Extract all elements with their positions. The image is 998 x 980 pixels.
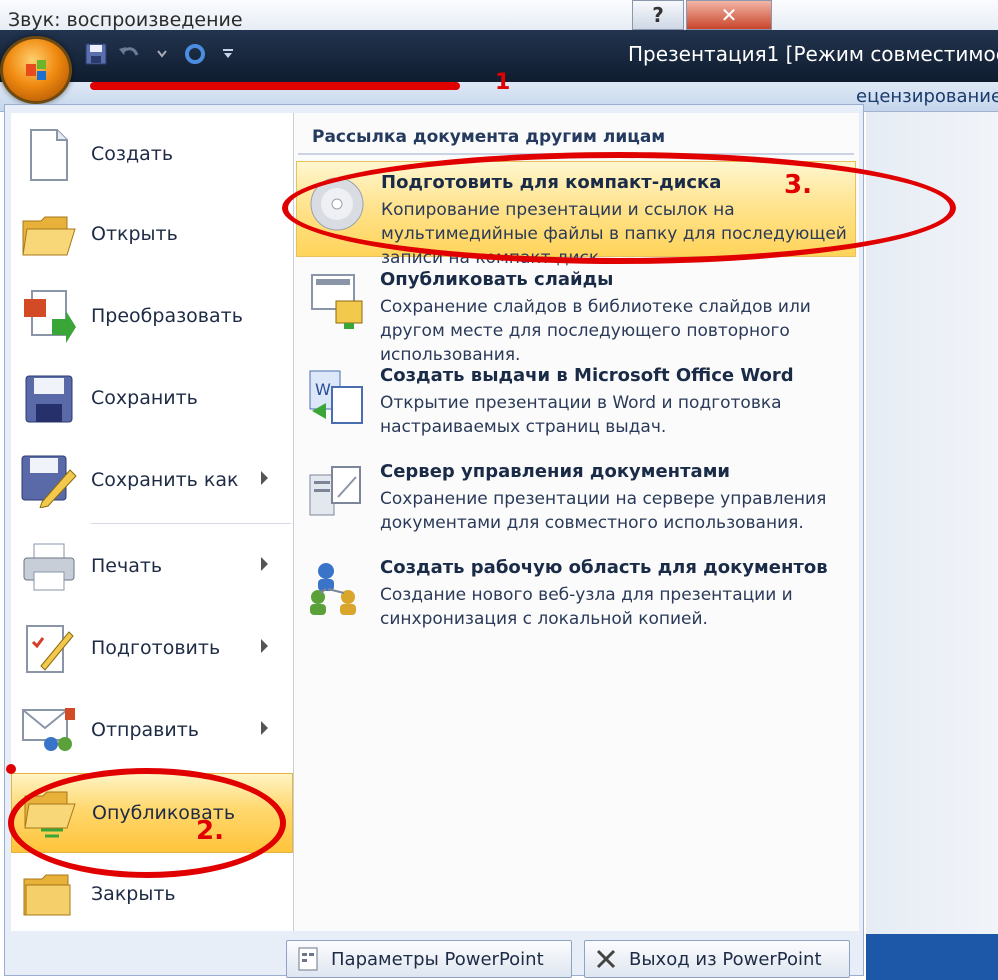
save-icon <box>25 375 73 423</box>
qat-save-button[interactable] <box>82 39 109 69</box>
powerpoint-options-button[interactable]: Параметры PowerPoint <box>286 940 572 978</box>
submenu-item-word-handouts[interactable]: W Создать выдачи в Microsoft Office Word… <box>296 355 856 451</box>
svg-text:W: W <box>315 380 331 399</box>
chevron-down-icon <box>157 50 167 58</box>
qat-customize-button[interactable] <box>215 39 242 69</box>
help-icon: ? <box>652 3 664 27</box>
printer-icon <box>23 543 75 591</box>
menu-item-label: Печать <box>91 555 163 577</box>
menu-item-prepare[interactable]: Подготовить <box>11 609 293 689</box>
office-logo-icon <box>26 60 46 80</box>
submenu-arrow-icon <box>261 471 268 485</box>
send-icon <box>22 708 75 751</box>
qat-undo-button[interactable] <box>115 39 142 69</box>
submenu-arrow-icon <box>261 557 268 571</box>
document-server-icon <box>309 466 361 516</box>
publish-slides-icon <box>311 274 363 329</box>
submenu-item-publish-slides[interactable]: Опубликовать слайды Сохранение слайдов в… <box>296 259 856 365</box>
annotation-ellipse-2 <box>8 768 286 878</box>
annotation-number-2: 2. <box>196 816 224 846</box>
menu-item-label: Подготовить <box>91 637 221 659</box>
menu-item-label: Закрыть <box>91 883 176 905</box>
menu-item-label: Сохранить <box>91 387 198 409</box>
save-as-icon <box>21 455 77 508</box>
menu-item-label: Открыть <box>91 223 178 245</box>
window-title: Презентация1 [Режим совместимос <box>628 42 998 66</box>
save-icon <box>85 43 107 65</box>
close-folder-icon <box>23 874 71 916</box>
customize-arrow-icon <box>223 49 234 58</box>
submenu-item-description: Сохранение презентации на сервере управл… <box>380 489 827 533</box>
annotation-underline-1 <box>90 82 460 90</box>
convert-icon <box>24 290 76 343</box>
new-document-icon <box>30 129 68 181</box>
options-label: Параметры PowerPoint <box>331 948 544 970</box>
menu-item-label: Преобразовать <box>91 305 243 327</box>
menu-item-print[interactable]: Печать <box>11 527 293 607</box>
submenu-item-document-workspace[interactable]: Создать рабочую область для документов С… <box>296 547 856 643</box>
close-icon: ✕ <box>720 3 738 27</box>
menu-item-save[interactable]: Сохранить <box>11 359 293 439</box>
undo-icon <box>118 47 139 56</box>
qat-redo-button[interactable] <box>182 39 209 69</box>
menu-item-open[interactable]: Открыть <box>11 195 293 275</box>
close-window-button[interactable]: ✕ <box>686 0 772 30</box>
word-handouts-icon: W <box>309 370 363 424</box>
tab-review[interactable]: ецензирование <box>856 86 998 107</box>
submenu-arrow-icon <box>261 639 268 653</box>
submenu-item-document-server[interactable]: Сервер управления документами Сохранение… <box>296 451 856 547</box>
status-bar-fragment <box>866 934 998 980</box>
office-button[interactable] <box>0 36 72 104</box>
submenu-item-description: Создание нового веб-узла для презентации… <box>380 585 793 629</box>
submenu-item-title: Создать рабочую область для документов <box>380 557 828 578</box>
open-folder-icon <box>22 216 76 256</box>
menu-footer: Параметры PowerPoint Выход из PowerPoint <box>4 940 864 980</box>
submenu-header: Рассылка документа другим лицам <box>312 127 666 147</box>
close-icon <box>596 949 616 969</box>
submenu-item-title: Создать выдачи в Microsoft Office Word <box>380 365 794 386</box>
annotation-dot <box>6 764 16 774</box>
annotation-number-3: 3. <box>784 170 812 200</box>
submenu-item-description: Открытие презентации в Word и подготовка… <box>380 393 782 437</box>
submenu-item-title: Сервер управления документами <box>380 461 731 482</box>
annotation-number-1: 1 <box>495 70 511 95</box>
help-button[interactable]: ? <box>632 0 684 30</box>
prepare-icon <box>26 625 74 673</box>
menu-item-send[interactable]: Отправить <box>11 691 293 771</box>
menu-item-save-as[interactable]: Сохранить как <box>11 441 293 521</box>
workspace-icon <box>310 563 356 615</box>
menu-item-create[interactable]: Создать <box>11 115 293 195</box>
menu-item-convert[interactable]: Преобразовать <box>11 277 293 357</box>
redo-icon <box>185 44 206 64</box>
annotation-ellipse-3 <box>282 152 956 264</box>
menu-item-label: Сохранить как <box>91 469 239 491</box>
options-icon <box>298 947 318 971</box>
qat-dropdown-button[interactable] <box>148 39 175 69</box>
exit-powerpoint-button[interactable]: Выход из PowerPoint <box>584 940 850 978</box>
background-window-strip: Звук: воспроизведение ? ✕ <box>0 0 998 31</box>
submenu-arrow-icon <box>261 721 268 735</box>
menu-item-label: Отправить <box>91 719 199 741</box>
exit-label: Выход из PowerPoint <box>629 948 822 970</box>
menu-item-label: Создать <box>91 143 174 165</box>
menu-divider <box>91 523 291 524</box>
submenu-item-title: Опубликовать слайды <box>380 269 614 290</box>
quick-access-toolbar <box>82 36 242 72</box>
background-window-caption: Звук: воспроизведение <box>8 9 243 31</box>
